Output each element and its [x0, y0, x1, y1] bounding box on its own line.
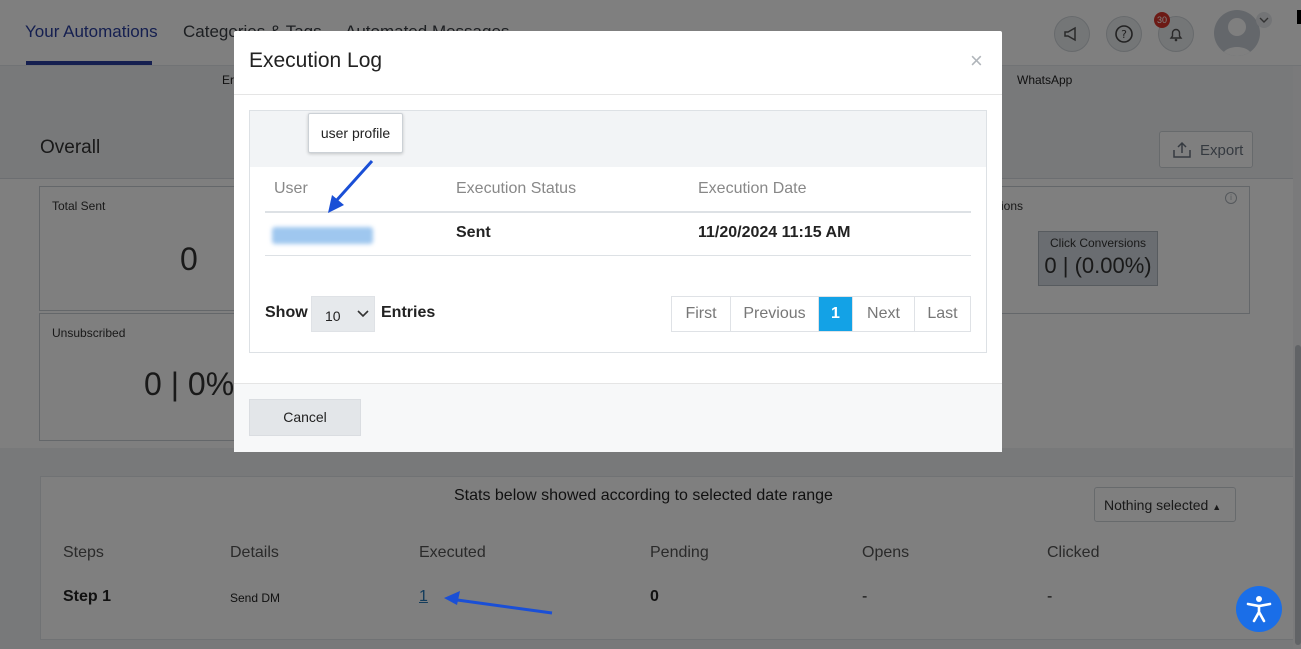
close-icon[interactable]: × — [970, 50, 990, 72]
modal-title: Execution Log — [249, 49, 383, 72]
modal-footer: Cancel — [234, 384, 1002, 452]
user-profile-tooltip: user profile — [308, 113, 403, 153]
user-name-link[interactable] — [272, 227, 373, 244]
pagination: First Previous 1 Next Last — [671, 296, 971, 332]
annotation-arrow-user — [328, 159, 374, 213]
execution-status-value: Sent — [456, 224, 491, 241]
entries-per-page-value: 10 — [325, 308, 341, 324]
execution-log-modal: Execution Log × user profile User Execut… — [234, 31, 1002, 452]
execution-log-table: user profile User Execution Status Execu… — [249, 110, 987, 353]
entries-label: Entries — [381, 304, 436, 321]
execution-date-value: 11/20/2024 11:15 AM — [698, 224, 851, 241]
page-first-button[interactable]: First — [672, 297, 731, 331]
page-next-button[interactable]: Next — [853, 297, 915, 331]
accessibility-icon — [1246, 596, 1272, 623]
entries-per-page-select[interactable]: 10 — [311, 296, 375, 332]
accessibility-button[interactable] — [1236, 586, 1282, 632]
col-execution-date: Execution Date — [698, 180, 807, 197]
page-previous-button[interactable]: Previous — [731, 297, 819, 331]
cancel-button[interactable]: Cancel — [249, 399, 361, 436]
modal-header-divider — [234, 94, 1002, 95]
show-label: Show — [265, 304, 308, 321]
chevron-down-icon — [357, 310, 369, 318]
window-edge-marker — [1297, 10, 1301, 24]
annotation-arrow-executed — [444, 591, 553, 615]
col-user: User — [274, 180, 308, 197]
col-execution-status: Execution Status — [456, 180, 577, 197]
page-1-button[interactable]: 1 — [819, 297, 853, 331]
table-row-divider — [265, 255, 971, 256]
page-last-button[interactable]: Last — [915, 297, 970, 331]
